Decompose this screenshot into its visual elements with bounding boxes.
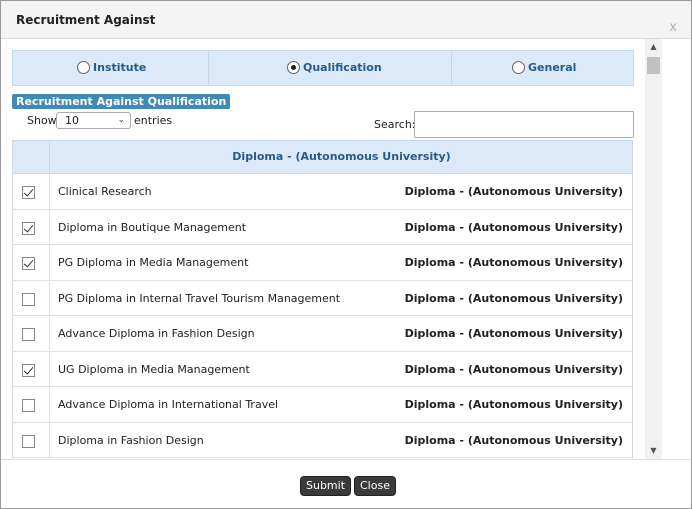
row-checkbox[interactable] [22,292,35,306]
row-check-cell [13,174,50,209]
radio-button-general[interactable] [512,61,525,74]
radio-label-institute[interactable]: Institute [93,61,146,74]
dialog-title: Recruitment Against [16,13,156,27]
qualification-type: Diploma - (Autonomous University) [404,327,623,340]
row-check-cell [13,245,50,280]
qualification-name: Clinical Research [58,185,152,198]
table-row[interactable]: UG Diploma in Media Management Diploma - … [13,351,632,387]
row-checkbox[interactable] [22,257,35,270]
radio-option-institute[interactable]: Institute [77,61,146,74]
close-button[interactable]: Close [354,476,396,496]
table-row[interactable]: PG Diploma in Media Management Diploma - … [13,245,632,281]
close-icon[interactable]: x [669,21,677,35]
submit-button[interactable]: Submit [300,476,352,496]
qualification-type: Diploma - (Autonomous University) [404,433,623,447]
content-scrollbar[interactable]: ▲ ▼ [645,39,662,459]
table-row[interactable]: Advance Diploma in Fashion Design Diploma… [13,316,632,352]
scroll-up-icon[interactable]: ▲ [645,41,662,53]
qualification-type: Diploma - (Autonomous University) [404,362,623,376]
scroll-thumb[interactable] [647,57,660,74]
radio-option-general[interactable]: General [512,61,576,74]
row-checkbox[interactable] [22,363,35,377]
dialog-footer: Submit Close [1,459,691,508]
radio-label-qualification[interactable]: Qualification [303,61,382,74]
section-tag: Recruitment Against Qualification [12,94,231,109]
radio-button-institute[interactable] [77,61,90,74]
qualification-type: Diploma - (Autonomous University) [404,185,623,198]
qualification-type: Diploma - (Autonomous University) [404,291,623,305]
search-label: Search: [374,118,416,131]
row-checkbox[interactable] [22,399,35,412]
recruitment-dialog: Recruitment Against x Institute Qualific… [0,0,692,509]
table-row[interactable]: Diploma in Boutique Management Diploma - … [13,209,632,245]
row-check-cell [13,316,50,351]
qualification-type: Diploma - (Autonomous University) [404,398,623,411]
qualification-type: Diploma - (Autonomous University) [404,256,623,269]
table-row[interactable]: Advance Diploma in International Travel D… [13,387,632,423]
row-checkbox[interactable] [22,434,35,448]
recruitment-type-radio-group: Institute Qualification General [12,50,634,86]
table-header-title[interactable]: Diploma - (Autonomous University) [50,141,633,173]
row-check-cell [13,280,50,315]
header-check-column [13,141,50,173]
qualification-name: PG Diploma in Internal Travel Tourism Ma… [58,291,341,305]
qualification-name: PG Diploma in Media Management [58,256,249,269]
show-label: Show [27,114,57,127]
radio-cell-qualification: Qualification [209,51,452,85]
scroll-down-icon[interactable]: ▼ [645,445,662,457]
row-check-cell [13,387,50,422]
dialog-titlebar: Recruitment Against x [1,1,691,39]
qualification-table: Diploma - (Autonomous University) Clinic… [12,140,633,458]
radio-label-general[interactable]: General [528,61,576,74]
row-check-cell [13,209,50,244]
qualification-name: UG Diploma in Media Management [58,362,250,376]
qualification-name: Advance Diploma in Fashion Design [58,327,255,340]
row-checkbox[interactable] [22,221,35,235]
row-checkbox[interactable] [22,328,35,341]
chevron-down-icon: ⌄ [117,115,125,125]
row-check-cell [13,422,50,457]
table-header: Diploma - (Autonomous University) [13,140,632,174]
radio-cell-general: General [452,51,633,85]
qualification-type: Diploma - (Autonomous University) [404,220,623,234]
search-input[interactable] [414,111,634,138]
table-body: Clinical Research Diploma - (Autonomous U… [13,174,632,458]
table-row[interactable]: Diploma in Fashion Design Diploma - (Auto… [13,422,632,458]
entries-select[interactable]: 10 ⌄ [56,112,131,129]
row-checkbox[interactable] [22,186,35,199]
table-row[interactable]: Clinical Research Diploma - (Autonomous U… [13,174,632,210]
qualification-name: Advance Diploma in International Travel [58,398,279,411]
table-row[interactable]: PG Diploma in Internal Travel Tourism Ma… [13,280,632,316]
radio-option-qualification[interactable]: Qualification [287,61,382,74]
entries-label: entries [134,114,173,127]
entries-select-value: 10 [65,114,79,127]
dialog-content: Institute Qualification General Recruitm… [1,39,645,459]
radio-cell-institute: Institute [13,51,209,85]
qualification-name: Diploma in Boutique Management [58,220,247,234]
row-check-cell [13,351,50,386]
radio-button-qualification[interactable] [287,61,300,74]
qualification-name: Diploma in Fashion Design [58,433,204,447]
